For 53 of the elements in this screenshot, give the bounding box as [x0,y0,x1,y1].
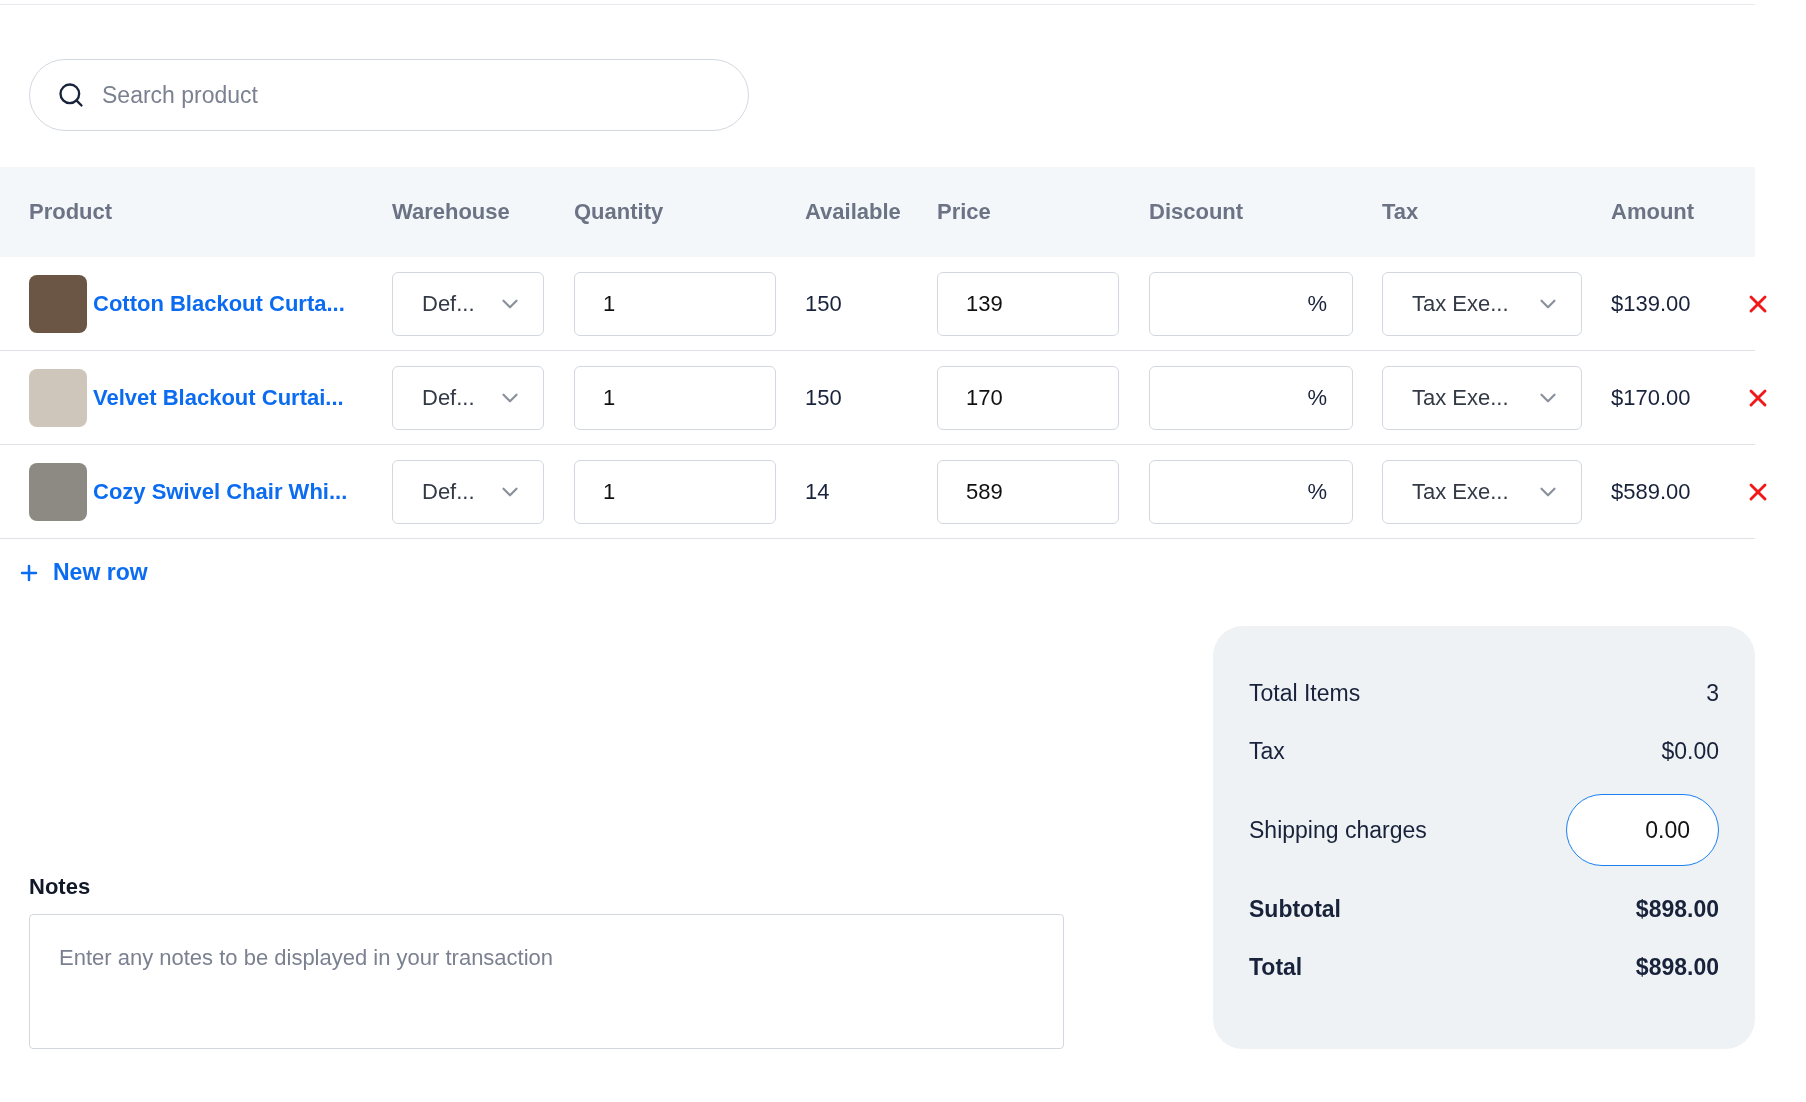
column-header: Quantity [574,199,665,225]
amount-cell-text: $589.00 [1611,478,1692,505]
warehouse-select[interactable]: Def... [392,271,544,336]
quantity-field[interactable]: 1 [574,459,776,524]
photo-placeholder [29,368,87,427]
percent-suffix: % [1307,478,1327,505]
summary-value: 3 [1706,679,1719,707]
search-field[interactable]: Search product [29,59,749,131]
tax-select[interactable]: Tax Exe... [1382,271,1582,336]
shipping-charges-field[interactable]: 0.00 [1566,794,1719,866]
column-header: Tax [1382,199,1420,225]
discount-field[interactable] [1149,271,1353,336]
column-header: Amount [1611,199,1696,225]
column-header: Available [805,199,902,225]
warehouse-select[interactable]: Def... [392,365,544,430]
column-header: Price [937,199,992,225]
warehouse-select[interactable]: Def... [392,459,544,524]
quantity-field[interactable]: 1 [574,365,776,430]
quantity-field[interactable]: 1 [574,271,776,336]
summary-label: Subtotal [1249,895,1341,923]
tax-select[interactable]: Tax Exe... [1382,459,1582,524]
percent-suffix: % [1307,290,1327,317]
tax-select[interactable]: Tax Exe... [1382,365,1582,430]
summary-value: $898.00 [1635,953,1719,981]
summary-label: Total Items [1249,679,1361,707]
column-header: Product [29,199,114,225]
photo-placeholder [29,462,87,521]
new-row-button[interactable]: New row [17,559,148,586]
summary-label: Shipping charges [1249,816,1427,844]
photo-placeholder [29,274,87,333]
available-cell-text: 14 [805,478,831,505]
summary-value: $0.00 [1661,737,1719,765]
discount-field[interactable] [1149,365,1353,430]
column-header: Discount [1149,199,1245,225]
amount-cell-text: $139.00 [1611,290,1692,317]
search-icon [57,81,85,109]
summary-label: Total [1249,953,1303,981]
price-field[interactable]: 170 [937,365,1119,430]
notes-field[interactable]: Enter any notes to be displayed in your transaction [29,914,1064,1049]
amount-cell-text: $170.00 [1611,384,1692,411]
price-field[interactable]: 589 [937,459,1119,524]
product-link[interactable]: Velvet Blackout Curtai... [93,384,344,411]
discount-field[interactable] [1149,459,1353,524]
summary-label: Tax [1249,737,1285,765]
percent-suffix: % [1307,384,1327,411]
summary-value: $898.00 [1635,895,1719,923]
column-header: Warehouse [392,199,511,225]
price-field[interactable]: 139 [937,271,1119,336]
notes-label: Notes [29,874,92,900]
product-link[interactable]: Cozy Swivel Chair Whi... [93,478,348,505]
product-link[interactable]: Cotton Blackout Curta... [93,290,345,317]
available-cell-text: 150 [805,384,843,411]
available-cell-text: 150 [805,290,843,317]
